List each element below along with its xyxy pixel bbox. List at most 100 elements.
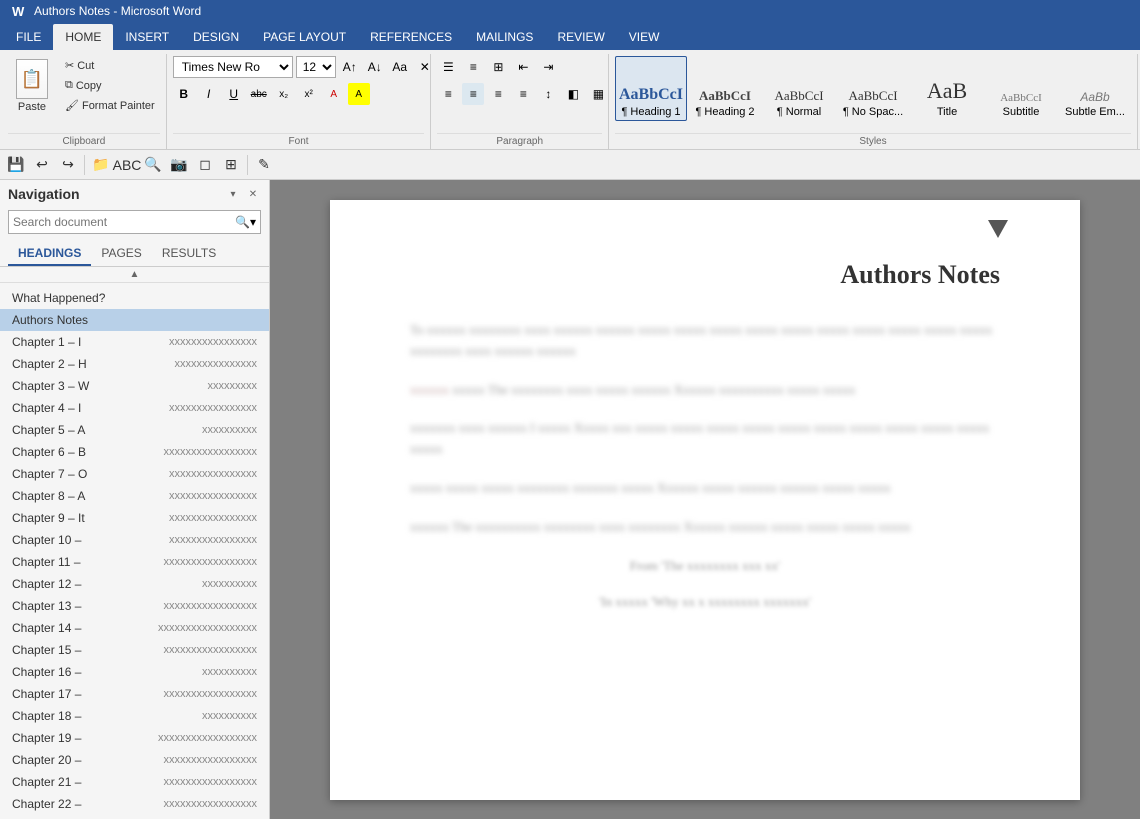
save-button[interactable]: 💾 bbox=[4, 153, 28, 177]
increase-font-button[interactable]: A↑ bbox=[339, 56, 361, 78]
spellcheck-button[interactable]: ABC bbox=[115, 153, 139, 177]
nav-item-chapter1[interactable]: Chapter 1 – I xxxxxxxxxxxxxxxx bbox=[0, 331, 269, 353]
nav-item-chapter12[interactable]: Chapter 12 – xxxxxxxxxx bbox=[0, 573, 269, 595]
paste-button[interactable]: 📋 Paste bbox=[8, 56, 56, 116]
nav-item-chapter11[interactable]: Chapter 11 – xxxxxxxxxxxxxxxxx bbox=[0, 551, 269, 573]
nav-item-chapter10[interactable]: Chapter 10 – xxxxxxxxxxxxxxxx bbox=[0, 529, 269, 551]
nav-item-chapter7[interactable]: Chapter 7 – O xxxxxxxxxxxxxxxx bbox=[0, 463, 269, 485]
open-button[interactable]: 📁 bbox=[89, 153, 113, 177]
document-page[interactable]: Authors Notes To xxxxxx xxxxxxxx xxxx xx… bbox=[330, 200, 1080, 800]
multilevel-list-button[interactable]: ⊞ bbox=[487, 56, 509, 78]
search-icon[interactable]: 🔍▾ bbox=[235, 215, 256, 229]
table-button[interactable]: ⊞ bbox=[219, 153, 243, 177]
tab-review[interactable]: REVIEW bbox=[545, 24, 616, 50]
style-title[interactable]: AaB Title bbox=[911, 56, 983, 121]
style-normal[interactable]: AaBbCcI ¶ Normal bbox=[763, 56, 835, 121]
doc-paragraph-1: To xxxxxx xxxxxxxx xxxx xxxxxx xxxxxx xx… bbox=[410, 320, 1000, 362]
justify-button[interactable]: ≡ bbox=[512, 83, 534, 105]
italic-button[interactable]: I bbox=[198, 83, 220, 105]
bold-button[interactable]: B bbox=[173, 83, 195, 105]
subscript-button[interactable]: x₂ bbox=[273, 83, 295, 105]
nav-item-chapter2[interactable]: Chapter 2 – H xxxxxxxxxxxxxxx bbox=[0, 353, 269, 375]
nav-minimize-button[interactable]: ▾ bbox=[225, 186, 241, 202]
borders-button[interactable]: ▦ bbox=[587, 83, 609, 105]
tab-home[interactable]: HOME bbox=[53, 24, 113, 50]
tab-view[interactable]: VIEW bbox=[617, 24, 672, 50]
track-changes-button[interactable]: ✎ bbox=[252, 153, 276, 177]
cut-button[interactable]: ✂ Cut bbox=[60, 56, 160, 75]
nav-item-chapter14[interactable]: Chapter 14 – xxxxxxxxxxxxxxxxxx bbox=[0, 617, 269, 639]
style-subtleemph[interactable]: AaBb Subtle Em... bbox=[1059, 56, 1131, 121]
highlight-button[interactable]: A bbox=[348, 83, 370, 105]
nav-item-chapter21[interactable]: Chapter 21 – xxxxxxxxxxxxxxxxx bbox=[0, 771, 269, 793]
nav-close-button[interactable]: ✕ bbox=[245, 186, 261, 202]
nav-item-what-happened[interactable]: What Happened? bbox=[0, 287, 269, 309]
paragraph-label: Paragraph bbox=[437, 133, 602, 147]
toolbar-row: 💾 ↩ ↪ 📁 ABC 🔍 📷 ◻ ⊞ ✎ bbox=[0, 150, 1140, 180]
decrease-font-button[interactable]: A↓ bbox=[364, 56, 386, 78]
nav-tab-results[interactable]: RESULTS bbox=[152, 242, 226, 266]
nav-item-chapter13[interactable]: Chapter 13 – xxxxxxxxxxxxxxxxx bbox=[0, 595, 269, 617]
underline-button[interactable]: U bbox=[223, 83, 245, 105]
style-subtitle[interactable]: AaBbCcI Subtitle bbox=[985, 56, 1057, 121]
nav-item-chapter19[interactable]: Chapter 19 – xxxxxxxxxxxxxxxxxx bbox=[0, 727, 269, 749]
nav-item-chapter6[interactable]: Chapter 6 – B xxxxxxxxxxxxxxxxx bbox=[0, 441, 269, 463]
numbering-button[interactable]: ≡ bbox=[462, 56, 484, 78]
tab-design[interactable]: DESIGN bbox=[181, 24, 251, 50]
font-style-row: B I U abc x₂ x² A A bbox=[173, 83, 370, 105]
nav-item-chapter22[interactable]: Chapter 22 – xxxxxxxxxxxxxxxxx bbox=[0, 793, 269, 815]
tab-page-layout[interactable]: PAGE LAYOUT bbox=[251, 24, 358, 50]
format-painter-button[interactable]: 🖌 Format Painter bbox=[60, 96, 160, 115]
superscript-button[interactable]: x² bbox=[298, 83, 320, 105]
line-spacing-button[interactable]: ↕ bbox=[537, 83, 559, 105]
styles-group: AaBbCcI ¶ Heading 1 AaBbCcI ¶ Heading 2 … bbox=[609, 54, 1138, 149]
shading-button[interactable]: ◧ bbox=[562, 83, 584, 105]
nav-tab-pages[interactable]: PAGES bbox=[91, 242, 151, 266]
strikethrough-button[interactable]: abc bbox=[248, 83, 270, 105]
style-nospace[interactable]: AaBbCcI ¶ No Spac... bbox=[837, 56, 909, 121]
font-size-select[interactable]: 12 bbox=[296, 56, 336, 78]
bullets-button[interactable]: ☰ bbox=[437, 56, 459, 78]
nav-item-chapter3[interactable]: Chapter 3 – W xxxxxxxxx bbox=[0, 375, 269, 397]
nav-tab-headings[interactable]: HEADINGS bbox=[8, 242, 91, 266]
copy-button[interactable]: ⧉ Copy bbox=[60, 76, 160, 95]
nav-item-chapter8[interactable]: Chapter 8 – A xxxxxxxxxxxxxxxx bbox=[0, 485, 269, 507]
nav-item-authors-notes[interactable]: Authors Notes bbox=[0, 309, 269, 331]
nav-search-row: 🔍▾ bbox=[0, 206, 269, 238]
nav-item-chapter5[interactable]: Chapter 5 – A xxxxxxxxxx bbox=[0, 419, 269, 441]
align-center-button[interactable]: ≡ bbox=[462, 83, 484, 105]
change-case-button[interactable]: Aa bbox=[389, 56, 411, 78]
text-color-button[interactable]: A bbox=[323, 83, 345, 105]
font-name-row: Times New Ro 12 A↑ A↓ Aa ✕ bbox=[173, 56, 436, 78]
decrease-indent-button[interactable]: ⇤ bbox=[512, 56, 534, 78]
doc-para-center-1: From 'The xxxxxxxx xxx xx' bbox=[410, 558, 1000, 574]
increase-indent-button[interactable]: ⇥ bbox=[537, 56, 559, 78]
nav-item-chapter9[interactable]: Chapter 9 – It xxxxxxxxxxxxxxxx bbox=[0, 507, 269, 529]
nav-item-chapter20[interactable]: Chapter 20 – xxxxxxxxxxxxxxxxx bbox=[0, 749, 269, 771]
tab-file[interactable]: FILE bbox=[4, 24, 53, 50]
search-input[interactable] bbox=[13, 211, 220, 233]
shapes-button[interactable]: ◻ bbox=[193, 153, 217, 177]
clipboard-group-content: 📋 Paste ✂ Cut ⧉ Copy 🖌 Format Painter bbox=[8, 56, 160, 133]
redo-button[interactable]: ↪ bbox=[56, 153, 80, 177]
style-heading1[interactable]: AaBbCcI ¶ Heading 1 bbox=[615, 56, 687, 121]
align-left-button[interactable]: ≡ bbox=[437, 83, 459, 105]
styles-label: Styles bbox=[615, 133, 1131, 147]
tab-insert[interactable]: INSERT bbox=[113, 24, 181, 50]
paragraph-group: ☰ ≡ ⊞ ⇤ ⇥ ≡ ≡ ≡ ≡ ↕ ◧ ▦ Paragraph bbox=[431, 54, 609, 149]
scroll-top-indicator[interactable]: ▲ bbox=[130, 269, 140, 280]
nav-item-chapter4[interactable]: Chapter 4 – I xxxxxxxxxxxxxxxx bbox=[0, 397, 269, 419]
screenshot-button[interactable]: 📷 bbox=[167, 153, 191, 177]
style-heading2[interactable]: AaBbCcI ¶ Heading 2 bbox=[689, 56, 761, 121]
nav-item-chapter18[interactable]: Chapter 18 – xxxxxxxxxx bbox=[0, 705, 269, 727]
nav-item-chapter15[interactable]: Chapter 15 – xxxxxxxxxxxxxxxxx bbox=[0, 639, 269, 661]
nav-item-chapter17[interactable]: Chapter 17 – xxxxxxxxxxxxxxxxx bbox=[0, 683, 269, 705]
font-name-select[interactable]: Times New Ro bbox=[173, 56, 293, 78]
undo-button[interactable]: ↩ bbox=[30, 153, 54, 177]
find-button[interactable]: 🔍 bbox=[141, 153, 165, 177]
nav-item-chapter16[interactable]: Chapter 16 – xxxxxxxxxx bbox=[0, 661, 269, 683]
align-right-button[interactable]: ≡ bbox=[487, 83, 509, 105]
tab-references[interactable]: REFERENCES bbox=[358, 24, 464, 50]
tab-mailings[interactable]: MAILINGS bbox=[464, 24, 545, 50]
paste-icon: 📋 bbox=[16, 59, 48, 99]
